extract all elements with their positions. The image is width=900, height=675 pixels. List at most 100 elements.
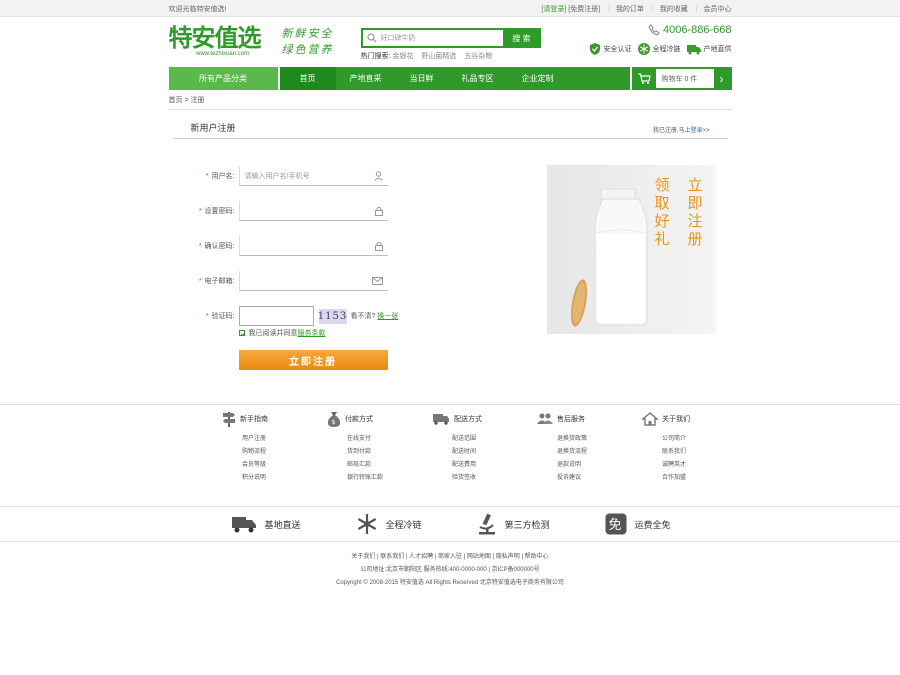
help-link[interactable]: 配送时间 [452, 446, 528, 459]
help-col-delivery: 配送方式 配送范围 配送时间 配送费用 验货签收 [432, 411, 528, 485]
footer-address: 公司地址:北京市朝阳区 服务热线:400-0000-000 | 京ICP备000… [360, 567, 540, 573]
help-link[interactable]: 会员等级 [242, 459, 318, 472]
users-icon [537, 413, 553, 424]
help-link[interactable]: 投诉建议 [557, 472, 633, 485]
email-label: * 电子邮箱: [198, 278, 235, 285]
service-inspection: 第三方检测 [477, 513, 550, 535]
welcome-text: 欢迎光临特安值选! [168, 5, 227, 13]
badge-cold-chain: 全程冷链 [637, 42, 681, 56]
username-field[interactable]: 请输入用户名/手机号 [238, 166, 388, 186]
service-promises: 基地直送 全程冷链 第三方检测 免 运费全免 [0, 506, 900, 542]
footer-links[interactable]: 关于我们 | 联系我们 | 人才招聘 | 商家入驻 | 网站地图 | 隐私声明 … [0, 551, 900, 564]
help-link[interactable]: 积分说明 [242, 472, 318, 485]
service-cold-chain: 全程冷链 [356, 513, 422, 535]
help-link[interactable]: 在线支付 [347, 433, 423, 446]
help-link[interactable]: 合作加盟 [662, 472, 702, 485]
register-panel: 新用户注册 我已注册,马上登录>> * 用户名: 请输入用户名/手机号 * 设置密码… [172, 122, 728, 399]
service-badges: 安全认证 全程冷链 产地直供 [583, 42, 732, 56]
help-link[interactable]: 邮局汇款 [347, 459, 423, 472]
cart-icon [638, 73, 651, 84]
nav-item-fresh-today[interactable]: 当日鲜 [396, 67, 448, 90]
site-header: 特安值选 www.tezhixuan.com 新鲜安全 绿色营养 好口碑牛奶 搜… [169, 17, 732, 67]
help-link[interactable]: 退款说明 [557, 459, 633, 472]
hot-search-item[interactable]: 野山菌精选 [421, 53, 456, 60]
nav-item-home[interactable]: 首页 [279, 67, 336, 90]
badge-direct-supply: 产地直供 [686, 42, 732, 56]
snowflake-icon [357, 514, 376, 534]
nav-item-enterprise[interactable]: 企业定制 [508, 67, 568, 90]
help-link[interactable]: 公司简介 [662, 433, 702, 446]
all-categories-button[interactable]: 所有产品分类 [168, 67, 278, 90]
svg-text:免: 免 [608, 518, 621, 533]
snowflake-icon [637, 43, 650, 55]
search-input[interactable]: 好口碑牛奶 [360, 28, 503, 48]
service-free-shipping: 免 运费全免 [605, 513, 671, 535]
hot-searches: 热门搜索: 金银花 野山菌精选 五谷杂粮 [360, 53, 493, 60]
login-now-link[interactable]: 登录>> [690, 128, 709, 134]
help-section: 新手指南 用户注册 购物流程 会员等级 积分说明 $ 付款方式 在线支付 货到付款 邮局汇款… [0, 404, 900, 506]
slogan: 新鲜安全 绿色营养 [281, 27, 334, 56]
help-col-about: 关于我们 公司简介 联系我们 诚聘英才 合作加盟 [642, 411, 702, 485]
nav-item-gifts[interactable]: 礼品专区 [448, 67, 508, 90]
phone-icon [648, 24, 660, 36]
help-link[interactable]: 联系我们 [662, 446, 702, 459]
hot-search-item[interactable]: 五谷杂粮 [464, 53, 492, 60]
search-icon [366, 33, 376, 43]
help-link[interactable]: 货到付款 [347, 446, 423, 459]
truck-icon [686, 45, 701, 55]
truck-icon [231, 517, 256, 533]
hotline: 4006-886-668 [648, 24, 732, 36]
promo-text-register: 立即注册 [685, 177, 704, 249]
help-link[interactable]: 配送费用 [452, 459, 528, 472]
register-title: 新用户注册 [190, 123, 236, 133]
help-link[interactable]: 退换货政策 [557, 433, 633, 446]
password-label: * 设置密码: [198, 208, 235, 215]
free-badge-icon: 免 [605, 513, 627, 535]
captcha-image[interactable]: 1153 [318, 308, 347, 324]
register-link[interactable]: [免费注册] [568, 6, 600, 13]
cart-button[interactable]: 购物车 0 件 › [631, 67, 732, 90]
lock-icon [374, 241, 383, 251]
envelope-icon [371, 276, 383, 285]
nav-item-origin[interactable]: 产地直采 [336, 67, 396, 90]
footer-copyright: Copyright © 2008-2015 特安值选 All Rights Re… [336, 580, 564, 586]
member-center-link[interactable]: 会员中心 [704, 6, 732, 13]
service-direct: 基地直送 [231, 515, 301, 533]
captcha-hint: 看不清? 换一张 [350, 313, 399, 320]
promo-text-gift: 领取好礼 [652, 177, 671, 249]
svg-text:$: $ [332, 419, 336, 426]
email-field[interactable] [238, 271, 388, 291]
help-link[interactable]: 退换货流程 [557, 446, 633, 459]
captcha-input[interactable] [238, 306, 314, 326]
register-submit-button[interactable]: 立即注册 [238, 350, 388, 370]
shield-icon [589, 43, 600, 55]
promo-banner[interactable]: 立即注册 领取好礼 [546, 165, 716, 334]
confirm-password-field[interactable] [238, 236, 388, 256]
help-link[interactable]: 配送范围 [452, 433, 528, 446]
hot-search-item[interactable]: 金银花 [392, 53, 413, 60]
confirm-password-label: * 确认密码: [198, 243, 235, 250]
favorites-link[interactable]: 我的收藏 [660, 6, 688, 13]
my-orders-link[interactable]: 我的订单 [616, 6, 644, 13]
agree-checkbox[interactable] [238, 330, 245, 337]
help-link[interactable]: 银行转账汇款 [347, 472, 423, 485]
login-link[interactable]: [请登录] [541, 6, 566, 13]
site-logo[interactable]: 特安值选 www.tezhixuan.com [169, 25, 277, 61]
help-col-payment: $ 付款方式 在线支付 货到付款 邮局汇款 银行转账汇款 [327, 411, 423, 485]
register-form: * 用户名: 请输入用户名/手机号 * 设置密码: * 确认密码: * 电子邮箱: [173, 139, 728, 399]
username-label: * 用户名: [205, 173, 235, 180]
help-link[interactable]: 用户注册 [242, 433, 318, 446]
user-icon [373, 170, 383, 181]
search-button[interactable]: 搜 索 [502, 28, 541, 48]
captcha-refresh-link[interactable]: 换一张 [377, 313, 398, 320]
terms-link[interactable]: 服务条款 [298, 328, 326, 338]
cart-count: 购物车 0 件 [661, 75, 698, 83]
help-link[interactable]: 购物流程 [242, 446, 318, 459]
help-col-guide: 新手指南 用户注册 购物流程 会员等级 积分说明 [222, 411, 318, 485]
agreement: 我已阅读并同意 服务条款 [238, 328, 326, 338]
help-link[interactable]: 验货签收 [452, 472, 528, 485]
password-field[interactable] [238, 201, 388, 221]
help-col-aftersale: 售后服务 退换货政策 退换货流程 退款说明 投诉建议 [537, 411, 633, 485]
help-link[interactable]: 诚聘英才 [662, 459, 702, 472]
captcha-label: * 验证码: [205, 313, 235, 320]
